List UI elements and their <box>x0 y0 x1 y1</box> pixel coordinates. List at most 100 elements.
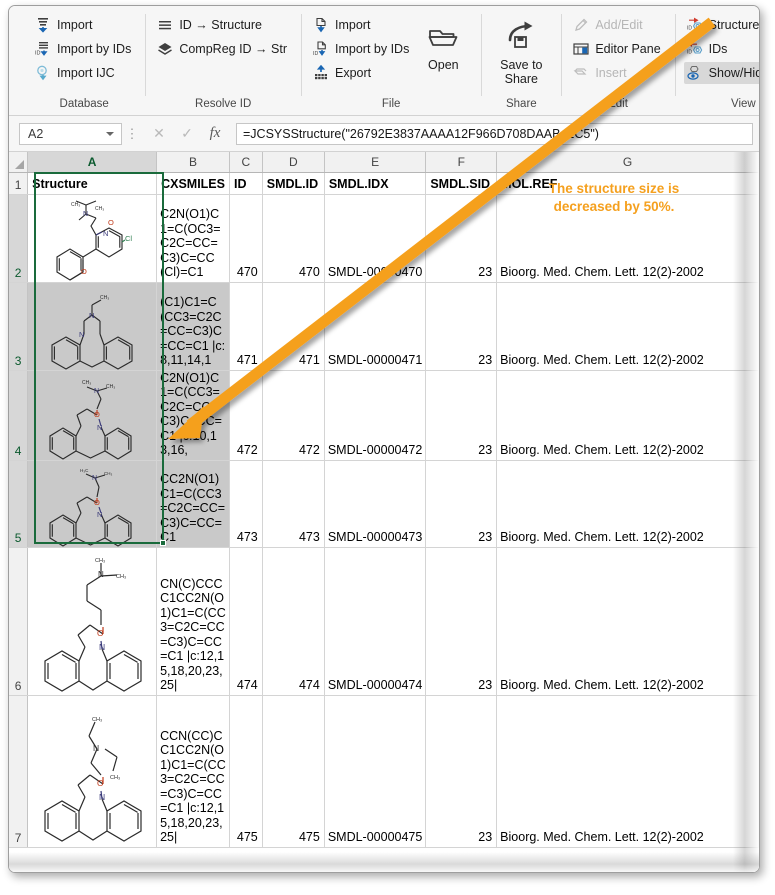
cell-e3[interactable]: SMDL-00000471 <box>324 282 426 370</box>
cell-b7[interactable]: CCN(CC)CC1CC2N(O1)C1=C(CC3=C2C=CC=C3)C=C… <box>157 695 230 847</box>
cell-f4[interactable]: 23 <box>426 370 497 460</box>
cell-g6[interactable]: Bioorg. Med. Chem. Lett. 12(2)-2002 <box>497 547 759 695</box>
cell-c4[interactable]: 472 <box>229 370 262 460</box>
selection-fill-handle[interactable] <box>160 540 166 546</box>
ribbon-group-share: Save to Share Share <box>481 6 561 116</box>
cell-b6[interactable]: CN(C)CCCC1CC2N(O1)C1=C(CC3=C2C=CC=C3)C=C… <box>157 547 230 695</box>
ribbon-button-show-ids[interactable]: ID IDs <box>684 38 760 60</box>
cell-e1[interactable]: SMDL.IDX <box>324 172 426 194</box>
ribbon-button-show-structures[interactable]: ID Structures <box>684 14 760 36</box>
column-header-d[interactable]: D <box>262 152 324 172</box>
ribbon-button-import-by-ids-database[interactable]: ID Import by IDs <box>32 38 136 60</box>
cell-b3[interactable]: (C1)C1=C(CC3=C2C=CC=C3)C=CC=C1 |c:8,11,1… <box>157 282 230 370</box>
ribbon-button-compreg-id-to-structure[interactable]: CompReg ID → Str <box>154 38 292 60</box>
cell-text: SMDL-00000470 <box>325 265 426 282</box>
cell-b1[interactable]: CXSMILES <box>157 172 230 194</box>
cell-a5-structure[interactable]: N O N H₃C CH₃ <box>28 460 157 547</box>
cell-f1[interactable]: SMDL.SID <box>426 172 497 194</box>
cell-f6[interactable]: 23 <box>426 547 497 695</box>
ribbon-button-insert[interactable]: Insert <box>570 62 665 84</box>
ribbon-button-id-to-structure[interactable]: ID → Structure <box>154 14 292 36</box>
ribbon-button-editor-pane[interactable]: Editor Pane <box>570 38 665 60</box>
cell-a7-structure[interactable]: N CH₃ CH₃ N O <box>28 695 157 847</box>
row-header-6[interactable]: 6 <box>9 547 28 695</box>
column-header-row: A B C D E F G <box>9 152 759 172</box>
row-header-1[interactable]: 1 <box>9 172 28 194</box>
cell-d6[interactable]: 474 <box>262 547 324 695</box>
cell-e4[interactable]: SMDL-00000472 <box>324 370 426 460</box>
ribbon-button-show-hide[interactable]: Show/Hide <box>684 62 760 84</box>
column-header-g[interactable]: G <box>497 152 759 172</box>
cell-g3[interactable]: Bioorg. Med. Chem. Lett. 12(2)-2002 <box>497 282 759 370</box>
cell-a3-structure[interactable]: N N CH₃ <box>28 282 157 370</box>
cell-e7[interactable]: SMDL-00000475 <box>324 695 426 847</box>
column-header-a[interactable]: A <box>28 152 157 172</box>
chevron-down-icon[interactable] <box>106 132 114 136</box>
ribbon-button-save-to-share[interactable]: Save to Share <box>490 14 552 86</box>
cell-d1[interactable]: SMDL.ID <box>262 172 324 194</box>
ribbon-button-export[interactable]: Export <box>310 62 414 84</box>
name-box[interactable]: A2 <box>19 123 122 145</box>
cell-a1[interactable]: Structure <box>28 172 157 194</box>
row-header-4[interactable]: 4 <box>9 370 28 460</box>
cell-d2[interactable]: 470 <box>262 194 324 282</box>
cell-b4[interactable]: C2N(O1)C1=C(CC3=C2C=CC=C3)C=CC=C1 |c:10,… <box>157 370 230 460</box>
cell-text: 23 <box>426 678 496 695</box>
cell-b5[interactable]: CC2N(O1)C1=C(CC3=C2C=CC=C3)C=CC=C1 <box>157 460 230 547</box>
cell-f5[interactable]: 23 <box>426 460 497 547</box>
select-all-corner[interactable] <box>9 152 28 172</box>
cell-c7[interactable]: 475 <box>229 695 262 847</box>
row-header-7[interactable]: 7 <box>9 695 28 847</box>
cell-c3[interactable]: 471 <box>229 282 262 370</box>
cell-g2[interactable]: Bioorg. Med. Chem. Lett. 12(2)-2002 <box>497 194 759 282</box>
cell-f7[interactable]: 23 <box>426 695 497 847</box>
formula-input[interactable]: =JCSYSStructure("26792E3837AAAA12F966D70… <box>236 123 753 145</box>
cell-f3[interactable]: 23 <box>426 282 497 370</box>
table-row: 1 Structure CXSMILES ID SMDL.ID SMDL.IDX… <box>9 172 759 194</box>
ribbon-group-label: Share <box>481 98 561 110</box>
ribbon-button-import-database[interactable]: Import <box>32 14 136 36</box>
cell-f2[interactable]: 23 <box>426 194 497 282</box>
cell-d4[interactable]: 472 <box>262 370 324 460</box>
cell-text: CC2N(O1)C1=C(CC3=C2C=CC=C3)C=CC=C1 <box>157 472 229 547</box>
cell-c2[interactable]: 470 <box>229 194 262 282</box>
column-header-c[interactable]: C <box>229 152 262 172</box>
ribbon-button-import-ijc[interactable]: Import IJC <box>32 62 136 84</box>
ribbon-button-add-edit[interactable]: Add/Edit <box>570 14 665 36</box>
column-header-f[interactable]: F <box>426 152 497 172</box>
row-header-2[interactable]: 2 <box>9 194 28 282</box>
cell-c6[interactable]: 474 <box>229 547 262 695</box>
ribbon-group-database: Import ID Import by IDs Imp <box>23 6 145 116</box>
ribbon-button-import-by-ids-file[interactable]: ID Import by IDs <box>310 38 414 60</box>
row-header-5[interactable]: 5 <box>9 460 28 547</box>
cell-b2[interactable]: C2N(O1)C1=C(OC3=C2C=CC=C3)C=CC(Cl)=C1 <box>157 194 230 282</box>
cell-d5[interactable]: 473 <box>262 460 324 547</box>
cell-text: Structure <box>28 177 156 194</box>
cell-a4-structure[interactable]: N O N CH₃ CH₃ <box>28 370 157 460</box>
cell-e5[interactable]: SMDL-00000473 <box>324 460 426 547</box>
row-header-3[interactable]: 3 <box>9 282 28 370</box>
cell-e2[interactable]: SMDL-00000470 <box>324 194 426 282</box>
column-header-e[interactable]: E <box>324 152 426 172</box>
cell-a6-structure[interactable]: N O N CH₃ CH₃ <box>28 547 157 695</box>
application-window: Import ID Import by IDs Imp <box>8 5 760 873</box>
ribbon-button-open[interactable]: Open <box>414 14 472 72</box>
ribbon-button-import-file[interactable]: Import <box>310 14 414 36</box>
cell-a2-structure[interactable]: N O O N CH₃ CH₃ Cl <box>28 194 157 282</box>
cell-c1[interactable]: ID <box>229 172 262 194</box>
cell-d3[interactable]: 471 <box>262 282 324 370</box>
cell-g7[interactable]: Bioorg. Med. Chem. Lett. 12(2)-2002 <box>497 695 759 847</box>
cell-c5[interactable]: 473 <box>229 460 262 547</box>
formula-bar-grip: ⋮ <box>124 126 140 142</box>
cell-text: 475 <box>230 830 262 847</box>
insert-function-button[interactable]: fx <box>202 123 228 145</box>
confirm-formula-button[interactable]: ✓ <box>174 123 200 145</box>
cell-d7[interactable]: 475 <box>262 695 324 847</box>
cell-g1[interactable]: MOL.REF <box>497 172 759 194</box>
cell-g5[interactable]: Bioorg. Med. Chem. Lett. 12(2)-2002 <box>497 460 759 547</box>
ribbon-label: Add/Edit <box>595 19 642 32</box>
column-header-b[interactable]: B <box>157 152 230 172</box>
cell-g4[interactable]: Bioorg. Med. Chem. Lett. 12(2)-2002 <box>497 370 759 460</box>
cell-e6[interactable]: SMDL-00000474 <box>324 547 426 695</box>
cancel-formula-button[interactable]: ✕ <box>146 123 172 145</box>
